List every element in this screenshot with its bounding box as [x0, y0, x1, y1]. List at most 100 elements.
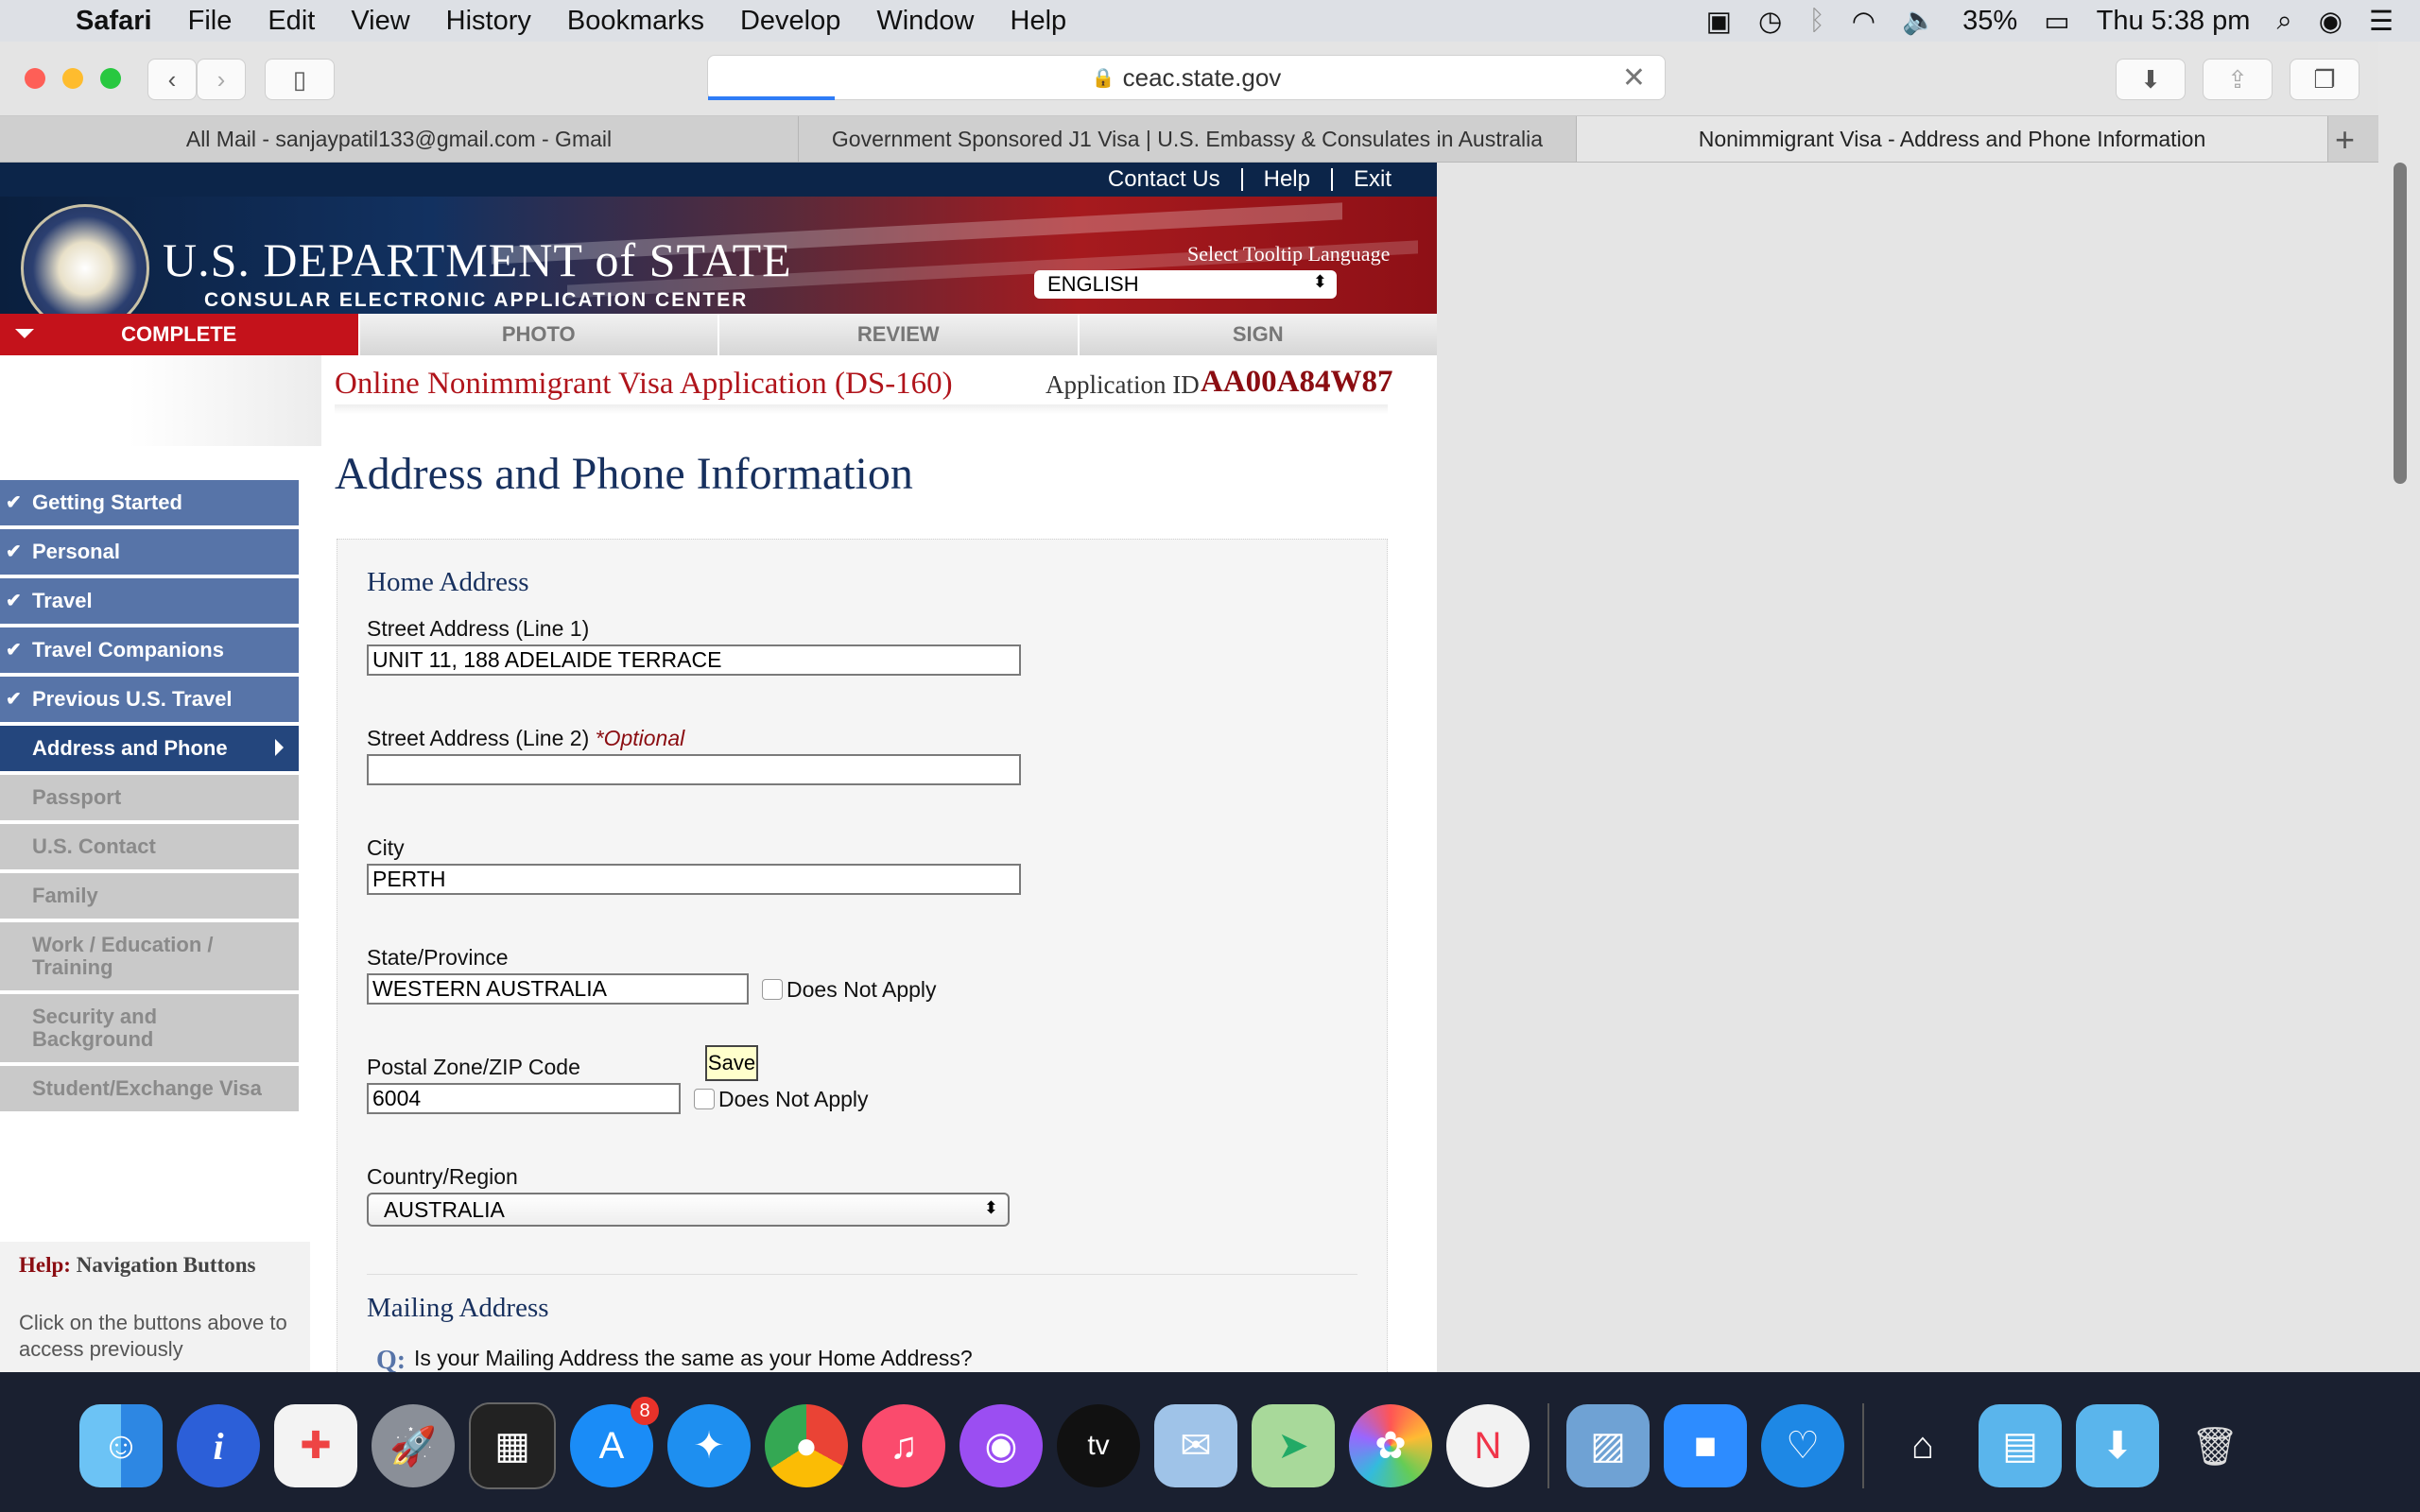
wifi-icon[interactable]: ◠ [1852, 5, 1876, 38]
app-store-badge: 8 [631, 1397, 659, 1425]
page-viewport: Contact Us Help Exit U.S. DEPARTMENT of … [0, 163, 2378, 1372]
step-review[interactable]: REVIEW [719, 314, 1080, 355]
sidebar-item-travel-companions[interactable]: Travel Companions [0, 627, 299, 673]
downloads-folder-icon[interactable]: ⬇ [2076, 1404, 2159, 1487]
minimize-window-button[interactable] [62, 68, 83, 89]
close-window-button[interactable] [25, 68, 45, 89]
sidebar-item-label: U.S. Contact [32, 834, 156, 858]
app-store-icon[interactable]: A8 [570, 1397, 659, 1487]
chevron-right-icon [275, 739, 284, 756]
notification-center-icon[interactable]: ☰ [2369, 5, 2394, 38]
step-complete[interactable]: COMPLETE [0, 314, 360, 355]
menu-bookmarks[interactable]: Bookmarks [567, 6, 704, 37]
zoom-window-button[interactable] [100, 68, 121, 89]
address-bar[interactable]: 🔒 ceac.state.gov ✕ [707, 55, 1666, 100]
chrome-icon[interactable]: ● [765, 1404, 848, 1487]
siri-icon[interactable]: ◉ [2319, 5, 2342, 38]
tab-gmail[interactable]: All Mail - sanjaypatil133@gmail.com - Gm… [0, 116, 799, 162]
tab-embassy[interactable]: Government Sponsored J1 Visa | U.S. Emba… [799, 116, 1577, 162]
bluetooth-icon[interactable]: ᛒ [1808, 6, 1824, 37]
zoom-status-icon[interactable]: ▣ [1706, 5, 1732, 38]
menu-edit[interactable]: Edit [268, 6, 315, 37]
dock-separator [1862, 1403, 1864, 1488]
state-does-not-apply-checkbox[interactable] [762, 979, 783, 1000]
sidebar-item-address-and-phone[interactable]: Address and Phone [0, 726, 299, 771]
state-does-not-apply-label: Does Not Apply [786, 977, 937, 1002]
postal-does-not-apply-checkbox[interactable] [694, 1089, 715, 1109]
state-input[interactable]: WESTERN AUSTRALIA [367, 973, 749, 1005]
country-select[interactable]: AUSTRALIA ⬍ [367, 1193, 1010, 1227]
tab-overview-icon[interactable]: ❐ [2290, 59, 2360, 100]
street2-input[interactable] [367, 754, 1021, 785]
sidebar-item-travel[interactable]: Travel [0, 578, 299, 624]
share-icon[interactable]: ⇪ [2203, 59, 2273, 100]
menu-view[interactable]: View [351, 6, 409, 37]
preview-icon[interactable]: ▨ [1566, 1404, 1650, 1487]
sidebar-item-student-exchange-visa[interactable]: Student/Exchange Visa [0, 1066, 299, 1111]
safari-icon[interactable]: ✦ [667, 1404, 751, 1487]
menu-develop[interactable]: Develop [740, 6, 840, 37]
menu-file[interactable]: File [188, 6, 233, 37]
menu-history[interactable]: History [446, 6, 531, 37]
sidebar-toggle-icon[interactable]: ▯ [265, 59, 335, 100]
clock[interactable]: Thu 5:38 pm [2097, 6, 2251, 37]
maps-icon[interactable]: ➤ [1252, 1404, 1335, 1487]
sidebar-item-security-and-background[interactable]: Security and Background [0, 994, 299, 1062]
sidebar-item-work-education-training[interactable]: Work / Education / Training [0, 922, 299, 990]
sidebar-item-getting-started[interactable]: Getting Started [0, 480, 299, 525]
tab-nonimmigrant-visa[interactable]: Nonimmigrant Visa - Address and Phone In… [1577, 116, 2328, 162]
sidebar-item-passport[interactable]: Passport [0, 775, 299, 820]
scrollbar-thumb[interactable] [2394, 163, 2407, 484]
forward-button[interactable]: › [197, 59, 246, 100]
zoom-app-icon[interactable]: ■ [1664, 1404, 1747, 1487]
apple-tv-icon[interactable]: tv [1057, 1404, 1140, 1487]
sidebar-item-label: Student/Exchange Visa [32, 1076, 262, 1100]
finder-icon[interactable]: ☺ [79, 1404, 163, 1487]
sidebar-item-previous-us-travel[interactable]: Previous U.S. Travel [0, 677, 299, 722]
tooltip-language-select[interactable]: ENGLISH ⬍ [1034, 270, 1337, 299]
music-icon[interactable]: ♫ [862, 1404, 945, 1487]
sidebar-item-family[interactable]: Family [0, 873, 299, 919]
sidebar-item-personal[interactable]: Personal [0, 529, 299, 575]
step-complete-label: COMPLETE [121, 322, 237, 346]
step-photo[interactable]: PHOTO [359, 314, 719, 355]
menu-window[interactable]: Window [876, 6, 974, 37]
exit-link[interactable]: Exit [1330, 168, 1437, 191]
health-app-icon[interactable]: ♡ [1761, 1404, 1844, 1487]
stop-loading-icon[interactable]: ✕ [1622, 61, 1646, 94]
city-input[interactable]: PERTH [367, 864, 1021, 895]
podcasts-icon[interactable]: ◉ [959, 1404, 1043, 1487]
downloads-icon[interactable]: ⬇ [2116, 59, 2186, 100]
mosaic-app-icon[interactable]: ✚ [274, 1404, 357, 1487]
documents-folder-icon[interactable]: ▤ [1979, 1404, 2062, 1487]
postal-input[interactable]: 6004 [367, 1083, 681, 1114]
launchpad-icon[interactable]: 🚀 [372, 1404, 455, 1487]
volume-icon[interactable]: 🔈 [1902, 5, 1936, 37]
menu-help[interactable]: Help [1011, 6, 1067, 37]
sidebar-item-label: Security and Background [32, 1005, 158, 1051]
street1-input[interactable]: UNIT 11, 188 ADELAIDE TERRACE [367, 644, 1021, 676]
sidebar-item-label: Previous U.S. Travel [32, 687, 233, 711]
menu-safari[interactable]: Safari [76, 6, 152, 37]
application-title: Online Nonimmigrant Visa Application (DS… [335, 367, 953, 401]
help-link[interactable]: Help [1240, 168, 1331, 191]
news-icon[interactable]: N [1446, 1404, 1530, 1487]
home-folder-icon[interactable]: ⌂ [1881, 1404, 1964, 1487]
photos-icon[interactable]: ✿ [1349, 1404, 1432, 1487]
sidebar-item-us-contact[interactable]: U.S. Contact [0, 824, 299, 869]
battery-percent[interactable]: 35% [1962, 6, 2017, 37]
contact-us-link[interactable]: Contact Us [1087, 168, 1241, 191]
city-label: City [367, 835, 405, 860]
back-button[interactable]: ‹ [147, 59, 197, 100]
tab-gmail-label: All Mail - sanjaypatil133@gmail.com - Gm… [185, 126, 613, 151]
question-icon: Q: [376, 1346, 406, 1372]
new-tab-icon[interactable]: + [2335, 120, 2355, 160]
step-sign[interactable]: SIGN [1079, 314, 1437, 355]
battery-icon[interactable]: ▭ [2044, 5, 2069, 38]
spotlight-icon[interactable]: ⌕ [2276, 6, 2291, 37]
time-machine-icon[interactable]: ◷ [1758, 5, 1782, 38]
mail-stamp-icon[interactable]: ✉ [1154, 1404, 1237, 1487]
activity-monitor-icon[interactable]: ▦ [469, 1402, 556, 1489]
trash-icon[interactable]: 🗑 [2173, 1404, 2256, 1487]
info-icon[interactable]: i [177, 1404, 260, 1487]
